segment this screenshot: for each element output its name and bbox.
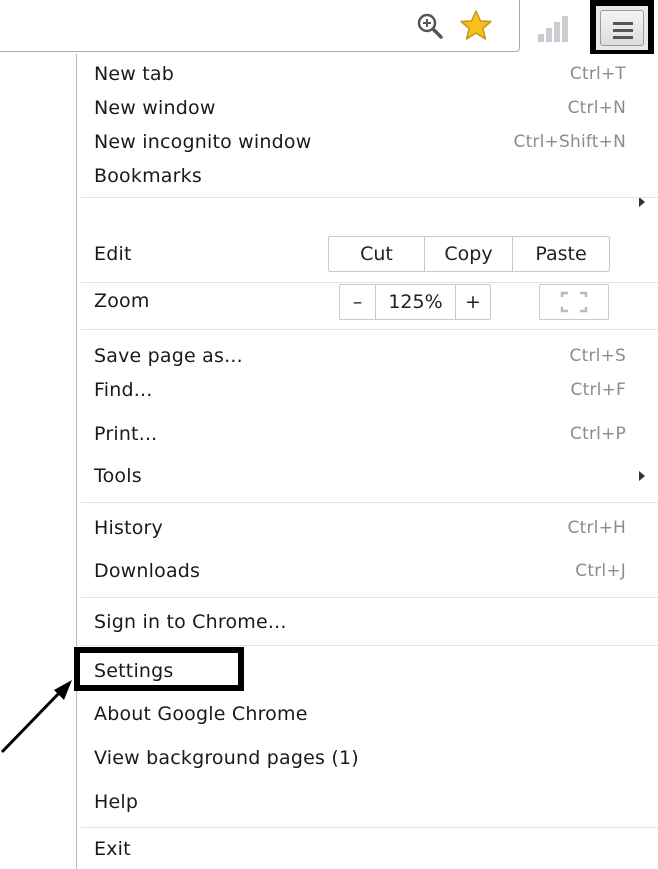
menu-item-label: Exit [94, 838, 131, 860]
zoom-button-group: – 125% + [339, 284, 491, 320]
menu-item-find[interactable]: Find... Ctrl+F [94, 373, 626, 407]
separator [81, 329, 658, 330]
menu-item-label: Sign in to Chrome... [94, 611, 287, 633]
separator [81, 827, 658, 828]
menu-item-view-background-pages[interactable]: View background pages (1) [94, 741, 626, 775]
shortcut-label: Ctrl+T [569, 64, 626, 84]
shortcut-label: Ctrl+N [567, 98, 626, 118]
settings-highlight-box [74, 647, 244, 691]
separator [81, 197, 658, 198]
menu-item-tools[interactable]: Tools [94, 459, 626, 493]
omnibox[interactable] [0, 0, 520, 52]
menu-item-label: New incognito window [94, 131, 312, 153]
separator [81, 645, 658, 646]
menu-item-label: New tab [94, 63, 175, 85]
shortcut-label: Ctrl+F [570, 380, 626, 400]
zoom-out-button[interactable]: – [340, 285, 376, 319]
cut-button[interactable]: Cut [329, 237, 425, 271]
menu-icon [600, 10, 644, 46]
separator [81, 597, 658, 598]
menu-item-about[interactable]: About Google Chrome [94, 697, 626, 731]
menu-item-print[interactable]: Print... Ctrl+P [94, 417, 626, 451]
shortcut-label: Ctrl+Shift+N [513, 132, 626, 152]
menu-item-label: Zoom [94, 290, 150, 312]
star-icon[interactable] [458, 8, 494, 44]
menu-item-label: Help [94, 791, 139, 813]
menu-item-label: About Google Chrome [94, 703, 308, 725]
pointer-arrow-icon [0, 680, 72, 754]
menu-item-label: Find... [94, 379, 153, 401]
menu-item-bookmarks[interactable]: Bookmarks [94, 159, 626, 193]
submenu-arrow-icon [639, 197, 645, 207]
menu-item-label: New window [94, 97, 216, 119]
submenu-arrow-icon [639, 471, 645, 481]
menu-item-exit[interactable]: Exit [94, 832, 626, 866]
chrome-menu: New tab Ctrl+T New window Ctrl+N New inc… [76, 54, 658, 869]
shortcut-label: Ctrl+J [575, 561, 626, 581]
menu-item-new-window[interactable]: New window Ctrl+N [94, 91, 626, 125]
menu-item-sign-in[interactable]: Sign in to Chrome... [94, 605, 626, 639]
menu-item-label: Save page as... [94, 345, 243, 367]
menu-item-label: Print... [94, 423, 158, 445]
copy-button[interactable]: Copy [425, 237, 513, 271]
shortcut-label: Ctrl+P [570, 424, 626, 444]
menu-item-save-page-as[interactable]: Save page as... Ctrl+S [94, 339, 626, 373]
menu-item-label: Bookmarks [94, 165, 202, 187]
menu-item-label: Downloads [94, 560, 201, 582]
fullscreen-icon [560, 291, 588, 313]
menu-item-history[interactable]: History Ctrl+H [94, 511, 626, 545]
zoom-icon[interactable] [416, 12, 444, 40]
menu-item-help[interactable]: Help [94, 785, 626, 819]
zoom-level: 125% [376, 285, 456, 319]
menu-item-downloads[interactable]: Downloads Ctrl+J [94, 554, 626, 588]
zoom-in-button[interactable]: + [456, 285, 490, 319]
menu-item-label: History [94, 517, 163, 539]
separator [81, 282, 658, 283]
menu-item-label: Tools [94, 465, 142, 487]
menu-item-label: View background pages (1) [94, 747, 359, 769]
signal-icon[interactable] [536, 14, 576, 44]
menu-item-new-incognito-window[interactable]: New incognito window Ctrl+Shift+N [94, 125, 626, 159]
menu-item-label: Edit [94, 243, 132, 265]
shortcut-label: Ctrl+S [569, 346, 626, 366]
fullscreen-button[interactable] [539, 284, 609, 320]
edit-button-group: Cut Copy Paste [328, 236, 610, 272]
separator [81, 502, 658, 503]
shortcut-label: Ctrl+H [567, 518, 626, 538]
chrome-menu-button[interactable] [590, 0, 654, 56]
menu-item-new-tab[interactable]: New tab Ctrl+T [94, 57, 626, 91]
paste-button[interactable]: Paste [513, 237, 609, 271]
